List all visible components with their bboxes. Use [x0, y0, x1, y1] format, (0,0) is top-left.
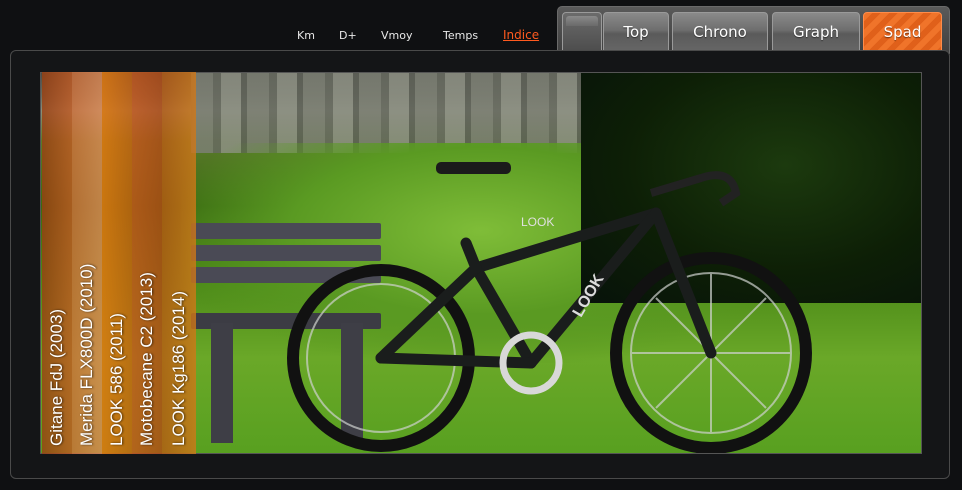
nav-elevation[interactable]: D+ — [339, 29, 357, 42]
tab-spad[interactable]: Spad — [863, 12, 942, 52]
nav-km[interactable]: Km — [297, 29, 315, 42]
tab-top[interactable]: Top — [603, 12, 669, 52]
home-tab-icon[interactable] — [562, 12, 602, 52]
tab-bar: Top Chrono Graph Spad — [557, 6, 950, 54]
bike-item-look586[interactable]: LOOK 586 (2011) — [102, 72, 132, 454]
bike-selector: Gitane FdJ (2003) Merida FLX800D (2010) … — [40, 72, 196, 454]
frame-brand-text: LOOK — [521, 215, 554, 229]
downtube-brand-text: LOOK — [570, 271, 608, 320]
bike-item-lookkg186[interactable]: LOOK Kg186 (2014) — [164, 72, 194, 454]
tab-chrono[interactable]: Chrono — [672, 12, 768, 52]
bike-item-gitane[interactable]: Gitane FdJ (2003) — [42, 72, 72, 454]
nav-temps[interactable]: Temps — [443, 29, 478, 42]
nav-indice[interactable]: Indice — [503, 28, 539, 42]
bicycle-image: LOOK LOOK — [287, 162, 812, 453]
bike-item-merida[interactable]: Merida FLX800D (2010) — [72, 72, 102, 454]
tab-graph[interactable]: Graph — [772, 12, 860, 52]
nav-vmoy[interactable]: Vmoy — [381, 29, 412, 42]
bike-item-motobecane[interactable]: Motobecane C2 (2013) — [132, 72, 162, 454]
